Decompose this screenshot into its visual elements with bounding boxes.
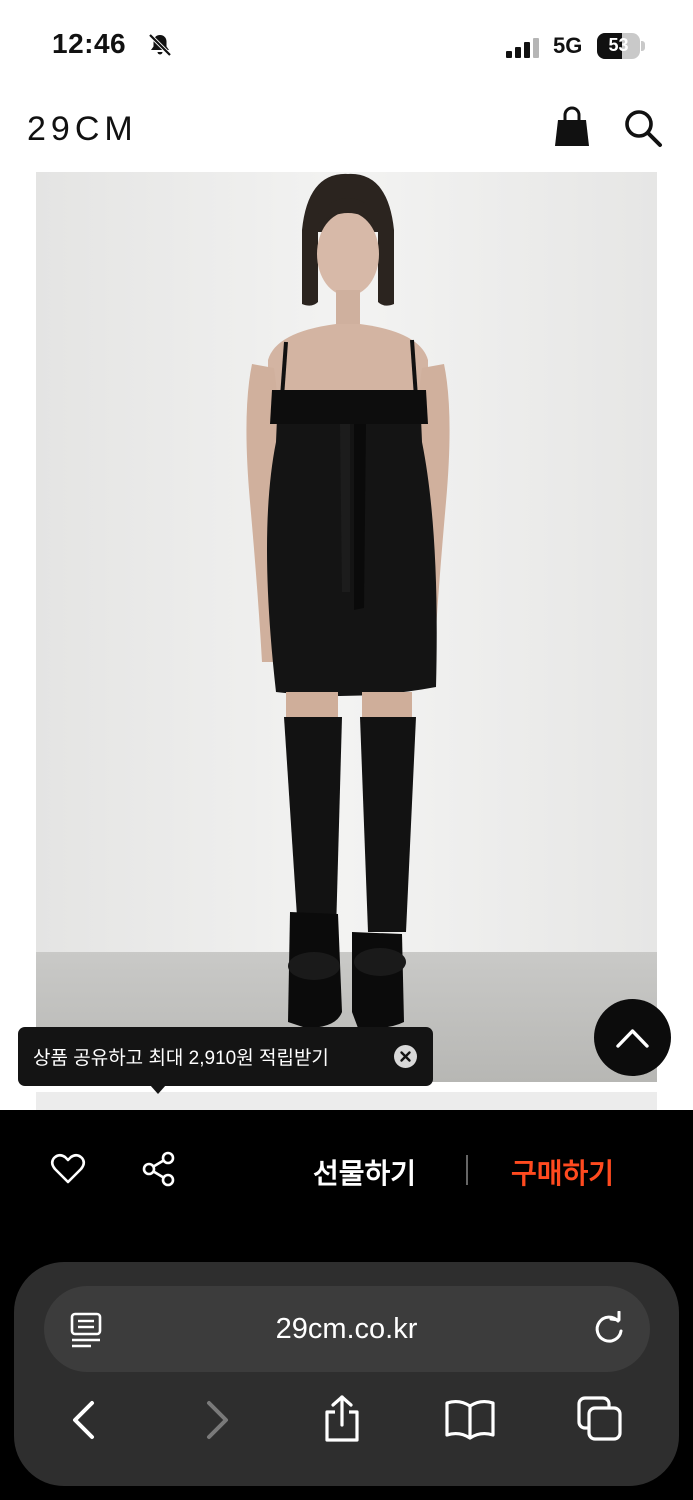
book-icon[interactable] xyxy=(444,1398,496,1440)
site-logo[interactable]: 29CM xyxy=(27,110,138,149)
chevron-left-icon[interactable] xyxy=(70,1400,96,1440)
product-image[interactable] xyxy=(36,172,657,1082)
scroll-top-button[interactable] xyxy=(594,999,671,1076)
reload-icon[interactable] xyxy=(592,1311,626,1347)
battery-icon: 53 xyxy=(597,33,645,59)
battery-level: 53 xyxy=(608,35,629,55)
buy-button[interactable]: 구매하기 xyxy=(511,1152,614,1192)
tooltip-tail xyxy=(150,1085,166,1094)
next-image-strip xyxy=(36,1092,657,1110)
share-icon[interactable] xyxy=(140,1150,178,1188)
signal-icon xyxy=(506,38,539,58)
reader-icon[interactable] xyxy=(69,1312,103,1348)
tabs-icon[interactable] xyxy=(577,1396,623,1442)
url-text[interactable]: 29cm.co.kr xyxy=(0,1313,693,1346)
chevron-up-icon xyxy=(616,1029,649,1048)
heart-icon[interactable] xyxy=(50,1151,86,1187)
bell-slash-icon xyxy=(148,33,172,57)
tooltip-text: 상품 공유하고 최대 2,910원 적립받기 xyxy=(33,1048,329,1069)
action-divider xyxy=(466,1155,468,1185)
close-icon[interactable] xyxy=(394,1045,417,1068)
shopping-bag-icon[interactable] xyxy=(553,106,591,148)
network-type: 5G xyxy=(553,33,583,58)
gift-button[interactable]: 선물하기 xyxy=(313,1152,416,1192)
upload-icon[interactable] xyxy=(321,1394,363,1444)
chevron-right-icon[interactable] xyxy=(205,1400,231,1440)
status-time: 12:46 xyxy=(52,28,127,59)
share-reward-tooltip: 상품 공유하고 최대 2,910원 적립받기 xyxy=(18,1027,433,1094)
search-icon[interactable] xyxy=(623,108,663,148)
